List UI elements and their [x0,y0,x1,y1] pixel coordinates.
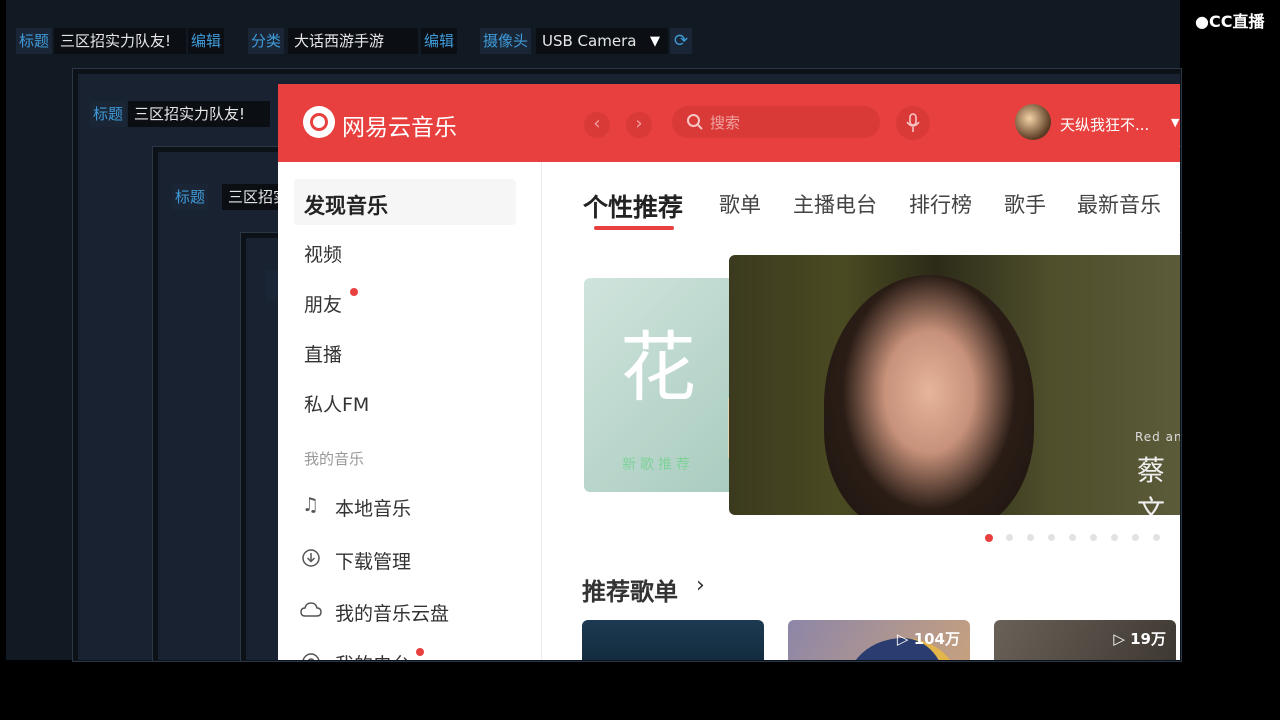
cc-logo-icon: ● [1195,12,1209,31]
sidebar-item-video[interactable]: 视频 [304,240,342,267]
playlist-card[interactable]: ▷ 19万 [994,620,1176,660]
search-placeholder: 搜索 [710,114,741,132]
voice-search-button[interactable] [896,106,930,140]
tab-charts[interactable]: 排行榜 [909,189,972,219]
camera-select[interactable]: USB Camera [536,28,668,54]
carousel-indicators [985,534,1175,542]
tab-artists[interactable]: 歌手 [1004,189,1046,219]
microphone-icon [906,113,920,132]
carousel-dot[interactable] [1027,534,1034,541]
nested-title-field-1: 三区招实力队友! [128,101,270,127]
section-title[interactable]: 推荐歌单 [582,572,678,607]
avatar[interactable] [1015,104,1051,140]
carousel-dot[interactable] [1006,534,1013,541]
tab-playlists[interactable]: 歌单 [719,189,761,219]
back-button[interactable]: ‹ [584,112,610,138]
cloud-icon [300,602,322,617]
carousel-dot[interactable] [1069,534,1076,541]
carousel-dot[interactable] [1048,534,1055,541]
banner-side-caption: 新歌推荐 [622,457,694,473]
title-field[interactable]: 三区招实力队友! [54,28,186,54]
carousel-dot[interactable] [1111,534,1118,541]
chevron-right-icon[interactable]: › [696,573,705,598]
app-header: 网易云音乐 ‹ › 搜索 天纵我狂不... ▼ [278,84,1180,162]
playlist-card[interactable] [582,620,764,660]
refresh-icon[interactable]: ⟳ [670,28,692,54]
banner-side-title: 花 [620,323,696,412]
sidebar-item-live[interactable]: 直播 [304,340,342,367]
nested-title-label-1: 标题 [90,101,127,127]
forward-button[interactable]: › [626,112,652,138]
tab-new-music[interactable]: 最新音乐 [1077,189,1161,219]
carousel-dot[interactable] [1090,534,1097,541]
sidebar-item-discover-label[interactable]: 发现音乐 [304,190,388,220]
category-field[interactable]: 大话西游手游 [288,28,418,54]
category-label: 分类 [248,28,285,54]
sidebar-item-local-music[interactable]: 本地音乐 [335,494,411,521]
banner-portrait [824,275,1034,515]
sidebar-item-radio[interactable]: 我的电台 [335,650,411,660]
watermark: ●CC直播 [1195,12,1265,31]
netease-music-window: 网易云音乐 ‹ › 搜索 天纵我狂不... ▼ 发现音乐 视频 朋友 直播 私人… [278,84,1180,660]
music-note-icon: ♫ [302,494,320,516]
sidebar-item-friends[interactable]: 朋友 [304,290,342,317]
banner-small-text: Red an [1135,430,1180,444]
play-count: ▷ 19万 [1113,630,1166,648]
nested-title-label-2: 标题 [172,184,209,210]
playlist-card[interactable]: ▷ 104万 [788,620,970,660]
play-icon: ▷ [896,630,914,648]
notification-dot [350,288,358,296]
search-box[interactable]: 搜索 [672,106,880,138]
tab-personal-recommend[interactable]: 个性推荐 [583,188,683,224]
carousel-dot-active[interactable] [985,534,993,542]
active-tab-underline [594,226,674,230]
app-brand: 网易云音乐 [342,115,457,141]
tab-radio[interactable]: 主播电台 [793,189,877,219]
user-menu-chevron-icon[interactable]: ▼ [1171,116,1179,129]
user-name[interactable]: 天纵我狂不... [1060,114,1149,135]
nested-title-field-2: 三区招实力队友! [222,184,284,210]
edit-category-button[interactable]: 编辑 [421,28,458,54]
banner-main[interactable]: Red an 蔡文 [729,255,1180,515]
my-music-header: 我的音乐 [304,450,365,468]
carousel-dot[interactable] [1153,534,1160,541]
banner-side-card[interactable]: 花 新歌推荐 [584,278,744,492]
banner-artist-name: 蔡文 [1137,454,1166,515]
netease-logo-icon [303,106,335,138]
title-label: 标题 [16,28,53,54]
edit-title-button[interactable]: 编辑 [188,28,225,54]
sidebar: 发现音乐 视频 朋友 直播 私人FM 我的音乐 ♫ 本地音乐 下载管理 我的音乐… [278,162,542,660]
nested-title-label-3 [266,270,278,300]
notification-dot [416,648,424,656]
sidebar-item-cloud[interactable]: 我的音乐云盘 [335,599,449,626]
play-icon: ▷ [1113,630,1131,648]
play-count: ▷ 104万 [896,630,960,648]
radio-icon [302,653,320,660]
sidebar-item-private-fm[interactable]: 私人FM [304,390,369,417]
carousel-dot[interactable] [1132,534,1139,541]
chevron-down-icon[interactable]: ▼ [650,34,660,49]
search-icon [687,114,703,130]
download-icon [302,549,320,567]
camera-label: 摄像头 [480,28,532,54]
sidebar-item-downloads[interactable]: 下载管理 [335,547,411,574]
